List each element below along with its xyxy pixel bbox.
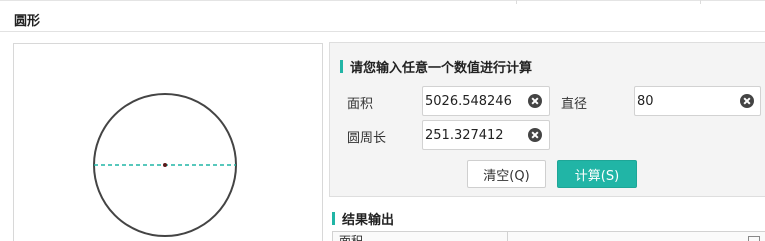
compute-button[interactable]: 计算(S)	[557, 160, 637, 188]
diameter-field[interactable]	[634, 86, 761, 116]
area-field[interactable]	[422, 86, 550, 116]
diameter-label: 直径	[561, 97, 588, 112]
page-title: 圆形	[14, 14, 41, 29]
calc-section-title-text: 请您输入任意一个数值进行计算	[350, 61, 533, 76]
center-point	[163, 163, 167, 167]
result-table: 面积	[332, 231, 765, 241]
circumference-field[interactable]	[422, 120, 550, 150]
result-section-title-text: 结果输出	[342, 213, 395, 228]
area-label: 面积	[347, 97, 374, 112]
result-row-label: 面积	[339, 234, 364, 241]
clear-icon[interactable]	[740, 94, 754, 108]
copy-icon[interactable]	[748, 236, 760, 241]
calc-section-title: 请您输入任意一个数值进行计算	[340, 57, 532, 76]
section-accent-bar	[340, 60, 343, 73]
clear-icon[interactable]	[528, 94, 542, 108]
title-divider	[0, 31, 765, 32]
diameter-input[interactable]	[637, 87, 737, 115]
circumference-label: 圆周长	[347, 131, 387, 146]
top-border	[0, 0, 765, 1]
section-accent-bar	[332, 212, 335, 225]
circle-figure	[93, 93, 237, 237]
calculator-panel: 请您输入任意一个数值进行计算 面积 直径 圆周长 清空(Q) 计算(S)	[329, 42, 765, 197]
figure-panel	[13, 43, 323, 241]
top-tick-mark	[700, 0, 701, 4]
column-divider	[507, 232, 508, 241]
clear-icon[interactable]	[528, 128, 542, 142]
circumference-input[interactable]	[425, 121, 525, 149]
result-section-title: 结果输出	[332, 209, 394, 228]
clear-button[interactable]: 清空(Q)	[467, 160, 546, 188]
top-tick-mark	[516, 0, 517, 4]
area-input[interactable]	[425, 87, 525, 115]
